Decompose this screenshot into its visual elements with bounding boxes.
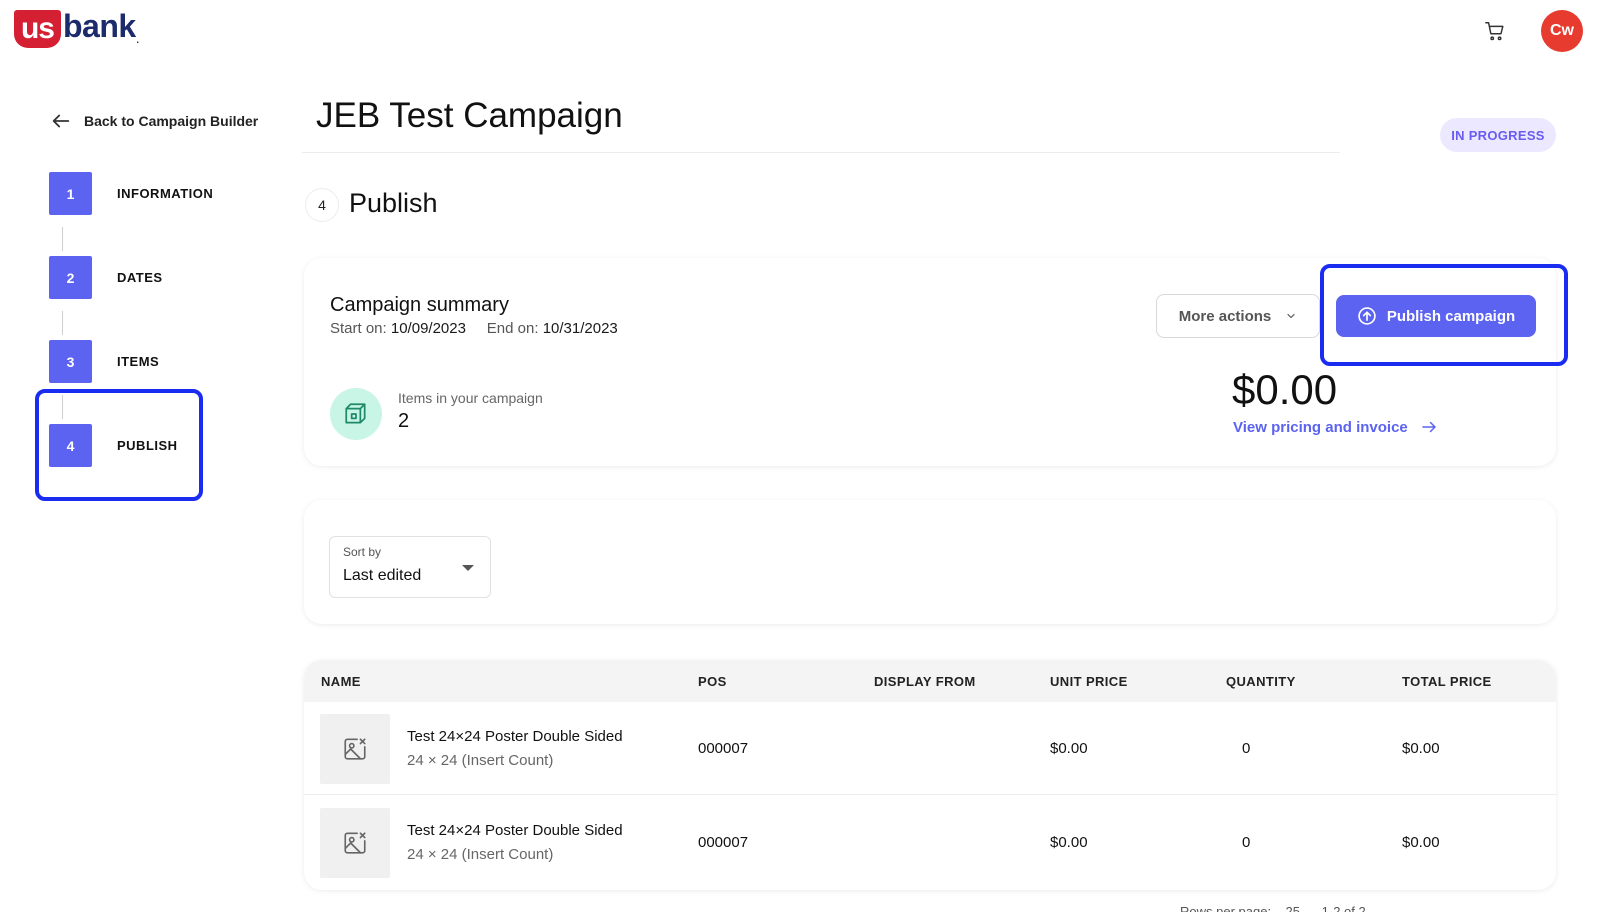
user-avatar[interactable]: Cw (1541, 10, 1583, 52)
start-date: 10/09/2023 (390, 320, 466, 337)
image-placeholder-icon (320, 808, 390, 878)
usbank-logo[interactable]: us bank . (14, 8, 140, 48)
th-quantity: QUANTITY (1226, 674, 1296, 689)
cell-quantity: 0 (1242, 740, 1251, 757)
step-connector (62, 227, 63, 251)
more-actions-button[interactable]: More actions (1156, 294, 1320, 338)
items-table: NAME POS DISPLAY FROM UNIT PRICE QUANTIT… (304, 660, 1556, 890)
pricing-link-label: View pricing and invoice (1233, 418, 1408, 436)
cell-unit-price: $0.00 (1050, 740, 1088, 757)
step-items[interactable]: 3 ITEMS (49, 340, 159, 383)
items-label: Items in your campaign (398, 390, 543, 406)
sort-card: Sort by Last edited (304, 500, 1556, 624)
th-display-from: DISPLAY FROM (874, 674, 976, 689)
cell-total-price: $0.00 (1402, 740, 1440, 757)
view-pricing-link[interactable]: View pricing and invoice (1233, 418, 1438, 436)
status-badge: IN PROGRESS (1440, 118, 1556, 152)
logo-bank-wordmark: bank (63, 8, 136, 44)
more-actions-label: More actions (1178, 307, 1272, 325)
items-count: 2 (398, 410, 410, 432)
caret-down-icon (462, 565, 474, 571)
cell-quantity: 0 (1242, 834, 1251, 851)
sort-value: Last edited (343, 567, 422, 584)
step-number: 2 (49, 256, 92, 299)
product-name: Test 24×24 Poster Double Sided (407, 728, 623, 745)
cube-icon (330, 388, 382, 440)
table-row[interactable]: Test 24×24 Poster Double Sided 24 × 24 (… (304, 796, 1556, 890)
cell-total-price: $0.00 (1402, 834, 1440, 851)
summary-title: Campaign summary (330, 294, 509, 316)
title-divider (302, 152, 1340, 153)
product-name: Test 24×24 Poster Double Sided (407, 822, 623, 839)
arrow-left-icon (52, 114, 70, 128)
back-link-label: Back to Campaign Builder (84, 113, 259, 129)
step-label: INFORMATION (117, 186, 214, 201)
rows-per-page-select[interactable]: 25 (1286, 904, 1300, 912)
step-label: ITEMS (117, 354, 160, 369)
cart-icon[interactable] (1484, 20, 1506, 42)
cell-unit-price: $0.00 (1050, 834, 1088, 851)
sort-by-select[interactable]: Sort by Last edited (329, 536, 491, 598)
pagination: Rows per page: 25 1-2 of 2 (1180, 904, 1366, 912)
page-title: JEB Test Campaign (316, 96, 623, 135)
rows-per-page-label: Rows per page: (1180, 904, 1272, 912)
section-title: Publish (349, 188, 438, 218)
sort-caption: Sort by (343, 545, 382, 559)
cell-pos: 000007 (698, 740, 749, 757)
summary-dates: Start on: 10/09/2023 End on: 10/31/2023 (330, 320, 618, 337)
logo-dot: . (135, 30, 140, 46)
arrow-right-icon (1422, 421, 1436, 433)
product-size: 24 × 24 (Insert Count) (407, 752, 554, 769)
table-header: NAME POS DISPLAY FROM UNIT PRICE QUANTIT… (304, 660, 1556, 702)
cell-pos: 000007 (698, 834, 749, 851)
step-connector (62, 311, 63, 335)
step-information[interactable]: 1 INFORMATION (49, 172, 213, 215)
page-range: 1-2 of 2 (1321, 904, 1366, 912)
step-number: 1 (49, 172, 92, 215)
back-to-campaign-builder-link[interactable]: Back to Campaign Builder (50, 110, 258, 132)
table-row[interactable]: Test 24×24 Poster Double Sided 24 × 24 (… (304, 702, 1556, 796)
row-divider (304, 794, 1556, 795)
campaign-total: $0.00 (1232, 366, 1338, 413)
publish-button-highlight (1320, 264, 1568, 366)
end-date: 10/31/2023 (542, 320, 618, 337)
th-total-price: TOTAL PRICE (1402, 674, 1492, 689)
end-label: End on: (486, 320, 539, 337)
th-name: NAME (321, 674, 361, 689)
logo-us-mark: us (14, 10, 61, 48)
th-pos: POS (698, 674, 727, 689)
image-placeholder-icon (320, 714, 390, 784)
product-size: 24 × 24 (Insert Count) (407, 846, 554, 863)
chevron-down-icon (1287, 313, 1295, 319)
start-label: Start on: (330, 320, 387, 337)
publish-step-highlight (35, 389, 203, 501)
step-number: 3 (49, 340, 92, 383)
step-label: DATES (117, 270, 163, 285)
section-number: 4 (305, 188, 339, 222)
th-unit-price: UNIT PRICE (1050, 674, 1128, 689)
step-dates[interactable]: 2 DATES (49, 256, 163, 299)
